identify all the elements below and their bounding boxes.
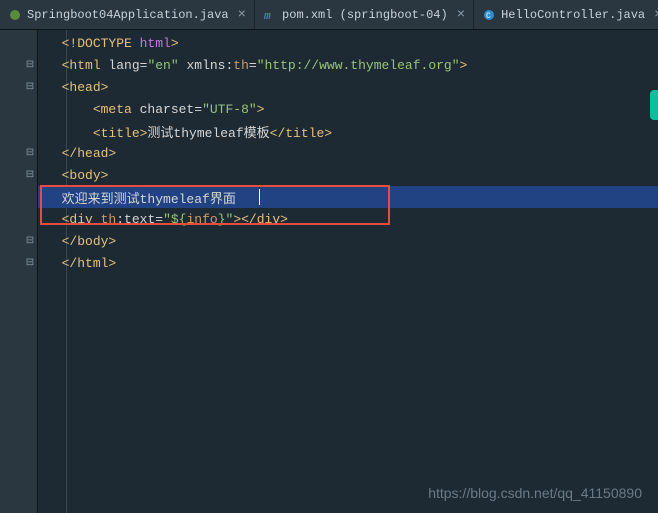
svg-text:C: C (486, 12, 491, 21)
code-line: ⊟ <html lang="en" xmlns:th="http://www.t… (38, 54, 658, 76)
code-line: <!DOCTYPE html> (38, 32, 658, 54)
tab-hellocontroller[interactable]: C HelloController.java × (474, 0, 658, 29)
fold-open-icon[interactable]: ⊟ (24, 59, 36, 71)
code-line-active: 欢迎来到测试thymeleaf界面 (38, 186, 658, 208)
tab-pom[interactable]: m pom.xml (springboot-04) × (255, 0, 474, 29)
fold-open-icon[interactable]: ⊟ (24, 81, 36, 93)
code-editor[interactable]: <!DOCTYPE html> ⊟ <html lang="en" xmlns:… (0, 30, 658, 513)
java-icon (8, 8, 22, 22)
code-line: ⊟ </html> (38, 252, 658, 274)
code-line: ⊟ </body> (38, 230, 658, 252)
fold-close-icon[interactable]: ⊟ (24, 147, 36, 159)
gutter (0, 30, 38, 513)
close-icon[interactable]: × (654, 7, 658, 23)
fold-close-icon[interactable]: ⊟ (24, 257, 36, 269)
code-line: ⊟ </head> (38, 142, 658, 164)
code-line: ⊟ <head> (38, 76, 658, 98)
tab-label: HelloController.java (501, 8, 645, 22)
fold-open-icon[interactable]: ⊟ (24, 169, 36, 181)
code-line: ⊟ <body> (38, 164, 658, 186)
side-indicator[interactable] (650, 90, 658, 120)
close-icon[interactable]: × (457, 7, 465, 23)
code-line: <meta charset="UTF-8"> (38, 98, 658, 120)
tab-label: pom.xml (springboot-04) (282, 8, 448, 22)
fold-close-icon[interactable]: ⊟ (24, 235, 36, 247)
class-icon: C (482, 8, 496, 22)
code-line: <div th:text="${info}"></div> (38, 208, 658, 230)
text-cursor (259, 189, 260, 205)
tab-springboot-app[interactable]: Springboot04Application.java × (0, 0, 255, 29)
editor-tabs: Springboot04Application.java × m pom.xml… (0, 0, 658, 30)
close-icon[interactable]: × (238, 7, 246, 23)
maven-icon: m (263, 8, 277, 22)
watermark: https://blog.csdn.net/qq_41150890 (428, 485, 642, 501)
code-area[interactable]: <!DOCTYPE html> ⊟ <html lang="en" xmlns:… (38, 30, 658, 513)
code-line: <title>测试thymeleaf模板</title> (38, 120, 658, 142)
svg-text:m: m (264, 11, 271, 21)
tab-label: Springboot04Application.java (27, 8, 229, 22)
